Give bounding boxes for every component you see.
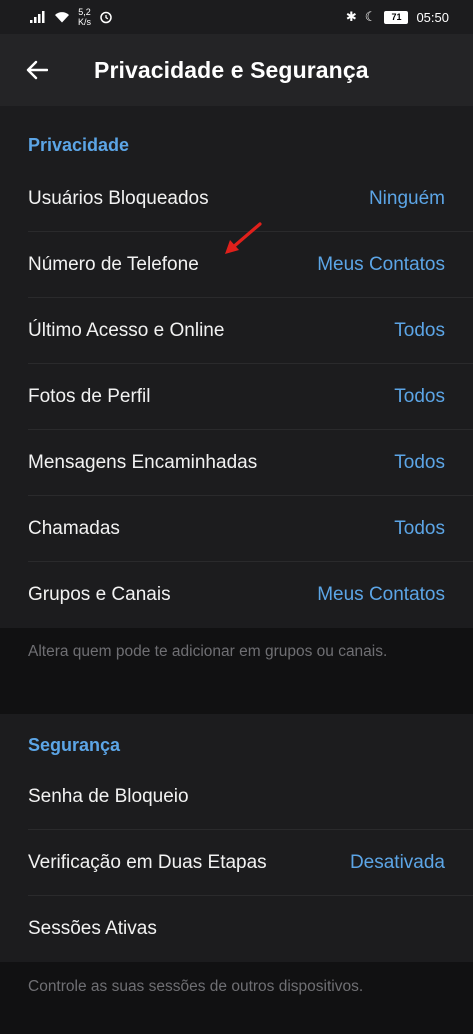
row-value: Meus Contatos xyxy=(317,584,445,605)
row-label: Mensagens Encaminhadas xyxy=(28,452,258,473)
row-groups-channels[interactable]: Grupos e Canais Meus Contatos xyxy=(0,562,473,628)
row-value: Todos xyxy=(394,386,445,407)
row-profile-photos[interactable]: Fotos de Perfil Todos xyxy=(0,364,473,430)
row-lock-password[interactable]: Senha de Bloqueio xyxy=(0,764,473,830)
row-label: Verificação em Duas Etapas xyxy=(28,852,267,873)
row-label: Senha de Bloqueio xyxy=(28,786,189,807)
security-footer-note: Controle as suas sessões de outros dispo… xyxy=(0,962,473,1034)
alarm-icon xyxy=(100,11,112,24)
wifi-icon xyxy=(55,12,69,23)
row-value: Todos xyxy=(394,518,445,539)
row-value: Todos xyxy=(394,452,445,473)
signal-icon xyxy=(30,11,45,23)
row-label: Sessões Ativas xyxy=(28,918,157,939)
row-value: Meus Contatos xyxy=(317,254,445,275)
app-header: Privacidade e Segurança xyxy=(0,34,473,106)
privacy-section: Privacidade Usuários Bloqueados Ninguém … xyxy=(0,106,473,628)
row-label: Último Acesso e Online xyxy=(28,320,225,341)
row-label: Chamadas xyxy=(28,518,120,539)
network-speed: 5,2 K/s xyxy=(78,7,91,27)
moon-icon: ☾ xyxy=(364,9,377,24)
security-section: Segurança Senha de Bloqueio Verificação … xyxy=(0,714,473,962)
row-last-seen[interactable]: Último Acesso e Online Todos xyxy=(0,298,473,364)
row-two-step-verification[interactable]: Verificação em Duas Etapas Desativada xyxy=(0,830,473,896)
status-bar: 5,2 K/s ✱ ☾ 71 05:50 xyxy=(0,0,473,34)
speed-value: 5,2 xyxy=(78,7,91,17)
privacy-section-title: Privacidade xyxy=(28,135,130,155)
row-label: Grupos e Canais xyxy=(28,584,171,605)
row-label: Fotos de Perfil xyxy=(28,386,151,407)
bluetooth-icon: ✱ xyxy=(345,9,357,24)
row-active-sessions[interactable]: Sessões Ativas xyxy=(0,896,473,962)
privacy-footer-note: Altera quem pode te adicionar em grupos … xyxy=(0,628,473,714)
row-value: Todos xyxy=(394,320,445,341)
page-title: Privacidade e Segurança xyxy=(94,56,369,83)
annotation-arrow-icon xyxy=(225,222,262,254)
back-arrow-icon xyxy=(26,60,48,80)
battery-indicator: 71 xyxy=(384,10,409,24)
speed-unit: K/s xyxy=(78,17,92,27)
clock: 05:50 xyxy=(416,9,449,25)
row-label: Número de Telefone xyxy=(28,254,199,275)
row-calls[interactable]: Chamadas Todos xyxy=(0,496,473,562)
row-value: Desativada xyxy=(349,852,445,873)
row-forwarded-messages[interactable]: Mensagens Encaminhadas Todos xyxy=(0,430,473,496)
row-label: Usuários Bloqueados xyxy=(28,188,209,209)
security-section-title: Segurança xyxy=(28,735,121,755)
back-button[interactable] xyxy=(22,55,52,85)
row-value: Ninguém xyxy=(368,188,445,209)
